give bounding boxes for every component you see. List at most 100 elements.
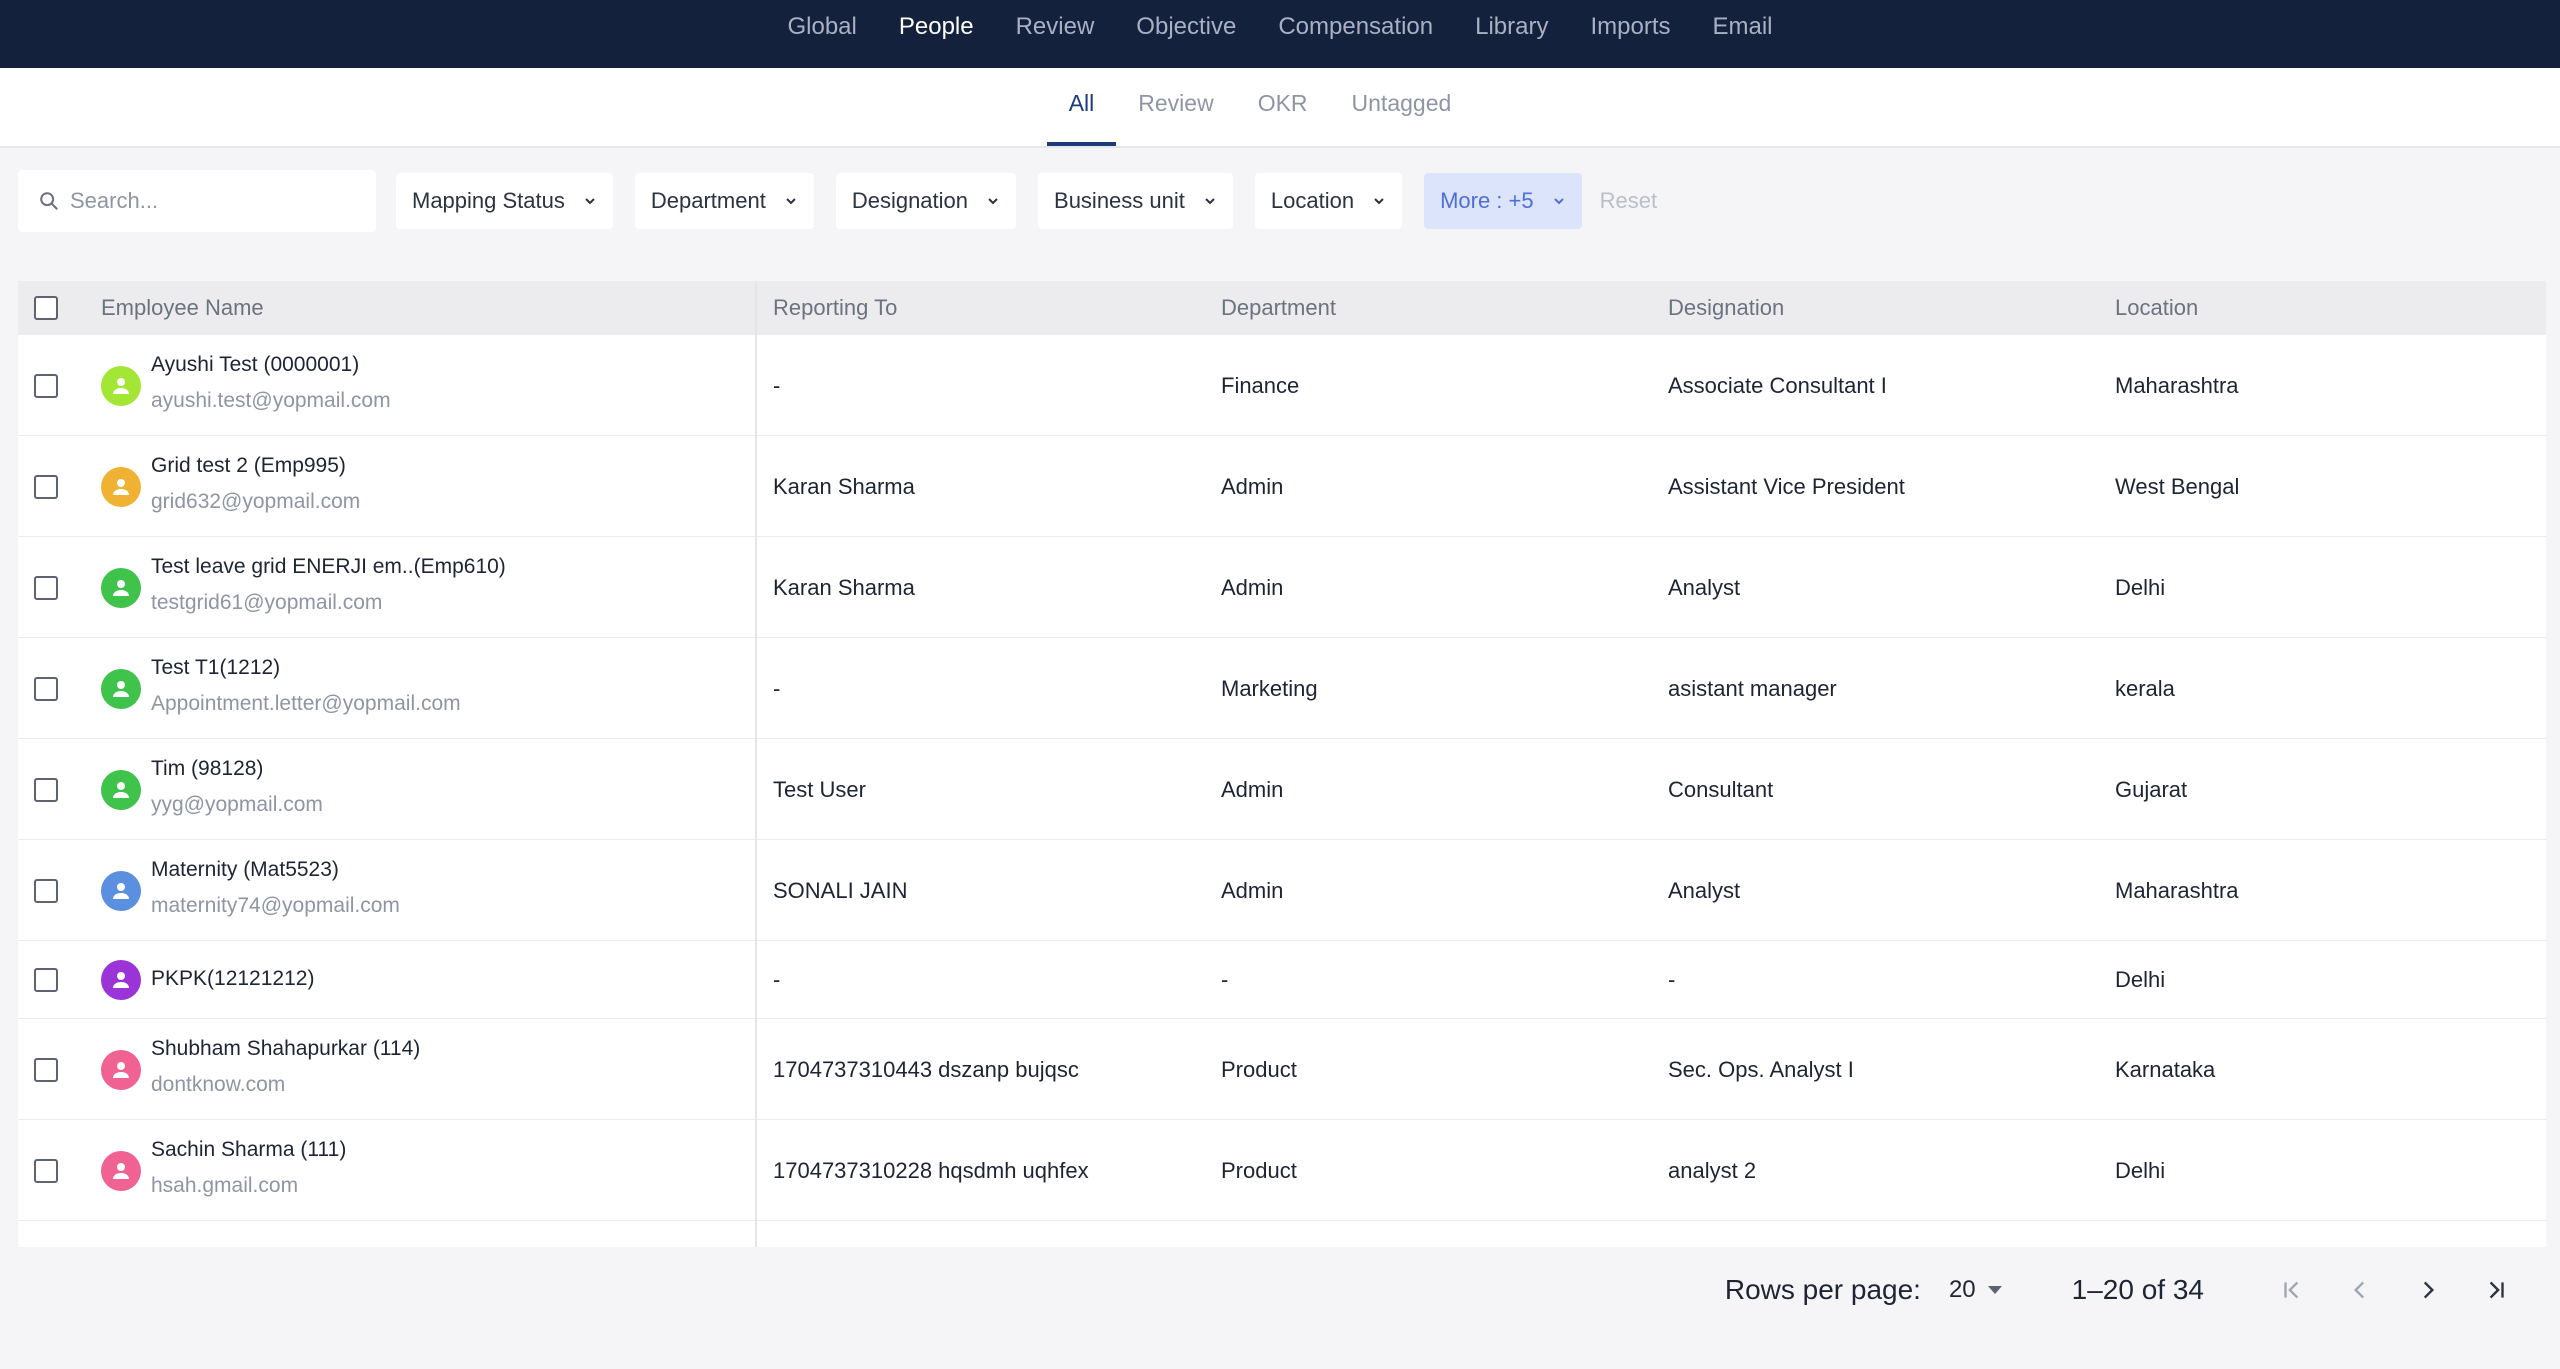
employee-name[interactable]: Maternity (Mat5523) (151, 858, 339, 882)
table-row[interactable]: Maternity (Mat5523) maternity74@yopmail.c… (18, 840, 2546, 941)
table-row[interactable]: PKPK(12121212) - - - Delhi (18, 941, 2546, 1019)
employee-name[interactable]: Test leave grid ENERJI em..(Emp610) (151, 555, 506, 579)
location-filter-label: Location (1270, 188, 1355, 213)
employee-email: yyg@yopmail.com (151, 793, 323, 816)
table-row[interactable]: Test T1(1212) Appointment.letter@yopmail.… (18, 638, 2546, 739)
rows-per-page-select[interactable]: 20 (1949, 1276, 2004, 1304)
cell-department: Admin (1221, 574, 1284, 600)
cell-designation: asistant manager (1668, 675, 1837, 701)
search-input[interactable] (70, 188, 360, 214)
row-checkbox[interactable] (34, 474, 58, 499)
employee-email: dontknow.com (151, 1073, 286, 1096)
row-checkbox[interactable] (34, 968, 58, 992)
row-checkbox[interactable] (34, 575, 58, 600)
top-navigation: Global People Review Objective Compensation L… (0, 0, 2560, 68)
table-row[interactable]: Tim (98128) yyg@yopmail.com Test User Admin… (18, 739, 2546, 840)
column-header-department[interactable]: Department (1221, 281, 1336, 335)
nav-item-people[interactable]: People (878, 10, 995, 44)
tab-okr[interactable]: OKR (1236, 68, 1330, 146)
table-row[interactable]: Grid test 2 (Emp995) grid632@yopmail.com K… (18, 436, 2546, 537)
employee-name[interactable]: Test T1(1212) (151, 656, 280, 680)
nav-item-review[interactable]: Review (995, 10, 1116, 44)
first-page-button[interactable] (2272, 1270, 2312, 1310)
nav-item-global[interactable]: Global (766, 10, 877, 44)
next-page-button[interactable] (2408, 1270, 2448, 1310)
employee-name[interactable]: Ayushi Test (0000001) (151, 353, 359, 377)
employee-name[interactable]: Tim (98128) (151, 757, 263, 781)
employee-name[interactable]: Grid test 2 (Emp995) (151, 454, 346, 478)
cell-designation: Analyst (1668, 574, 1741, 600)
column-header-designation[interactable]: Designation (1668, 281, 1784, 335)
row-checkbox[interactable] (34, 1057, 58, 1082)
employee-name[interactable]: PKPK(12121212) (151, 967, 314, 991)
employee-name[interactable]: Shubham Shahapurkar (114) (151, 1037, 420, 1061)
caret-down-icon (1987, 1286, 2002, 1294)
department-filter-dropdown[interactable]: Department (634, 173, 814, 229)
person-icon (113, 478, 129, 495)
column-header-reporting-to[interactable]: Reporting To (773, 281, 897, 335)
nav-item-library[interactable]: Library (1454, 10, 1569, 44)
avatar (101, 668, 141, 709)
row-checkbox[interactable] (34, 676, 58, 701)
last-page-button[interactable] (2476, 1270, 2516, 1310)
column-divider (755, 281, 757, 1247)
designation-filter-dropdown[interactable]: Designation (835, 173, 1017, 229)
column-header-employee-name[interactable]: Employee Name (101, 281, 264, 335)
row-checkbox[interactable] (34, 777, 58, 802)
filter-bar: Mapping Status Department Designation Busin… (18, 170, 1657, 232)
cell-designation: analyst 2 (1668, 1157, 1757, 1183)
table-row[interactable]: Sachin Sharma (111) hsah.gmail.com 1704737… (18, 1120, 2546, 1221)
person-icon (113, 377, 129, 394)
cell-reporting-to: SONALI JAIN (773, 877, 908, 903)
row-checkbox[interactable] (34, 878, 58, 903)
chevron-down-icon (1205, 198, 1215, 205)
tab-review[interactable]: Review (1116, 68, 1235, 146)
employee-email: ayushi.test@yopmail.com (151, 389, 391, 412)
location-filter-dropdown[interactable]: Location (1254, 173, 1403, 229)
person-icon (113, 579, 129, 596)
first-page-icon (2284, 1281, 2299, 1299)
more-filters-button[interactable]: More : +5 (1424, 173, 1582, 229)
table-row[interactable]: Ayushi Test (0000001) ayushi.test@yopmail… (18, 335, 2546, 436)
nav-item-imports[interactable]: Imports (1569, 10, 1691, 44)
employee-name[interactable]: Sachin Sharma (111) (151, 1138, 346, 1162)
previous-page-button[interactable] (2340, 1270, 2380, 1310)
cell-location: West Bengal (2115, 473, 2240, 499)
more-filters-label: More : +5 (1440, 188, 1534, 213)
table-row[interactable]: Test leave grid ENERJI em..(Emp610) testg… (18, 537, 2546, 638)
tab-all[interactable]: All (1046, 68, 1117, 146)
cell-reporting-to: - (773, 675, 781, 701)
avatar (101, 870, 141, 911)
nav-item-email[interactable]: Email (1691, 10, 1793, 44)
business-unit-filter-dropdown[interactable]: Business unit (1038, 173, 1233, 229)
employee-email: Appointment.letter@yopmail.com (151, 692, 461, 715)
nav-item-compensation[interactable]: Compensation (1257, 10, 1454, 44)
sub-tab-items: All Review OKR Untagged (1046, 68, 1474, 146)
reset-button[interactable]: Reset (1600, 188, 1657, 214)
cell-reporting-to: - (773, 372, 781, 398)
table-row[interactable]: Samarth Abhyankar (113) (18, 1221, 2546, 1247)
select-all-checkbox[interactable] (34, 296, 58, 320)
person-icon (113, 1061, 129, 1078)
row-checkbox[interactable] (34, 1158, 58, 1183)
person-icon (113, 680, 129, 697)
chevron-down-icon (786, 198, 796, 205)
cell-designation: Analyst (1668, 877, 1741, 903)
chevron-down-icon (988, 198, 998, 205)
table-row[interactable]: Shubham Shahapurkar (114) dontknow.com 170… (18, 1019, 2546, 1120)
avatar (101, 1049, 141, 1090)
rows-per-page-value: 20 (1948, 1276, 1976, 1303)
search-box[interactable] (18, 170, 376, 232)
row-checkbox[interactable] (34, 373, 58, 398)
cell-location: Delhi (2115, 1157, 2166, 1183)
mapping-status-filter-dropdown[interactable]: Mapping Status (396, 173, 613, 229)
tab-untagged[interactable]: Untagged (1330, 68, 1474, 146)
cell-location: kerala (2115, 675, 2175, 701)
nav-item-objective[interactable]: Objective (1115, 10, 1257, 44)
last-page-icon (2489, 1281, 2504, 1299)
cell-location: Delhi (2115, 574, 2166, 600)
avatar (101, 960, 141, 1000)
cell-reporting-to: 1704737310443 dszanp bujqsc (773, 1056, 1079, 1082)
column-header-location[interactable]: Location (2115, 281, 2198, 335)
cell-designation: Associate Consultant I (1668, 372, 1887, 398)
